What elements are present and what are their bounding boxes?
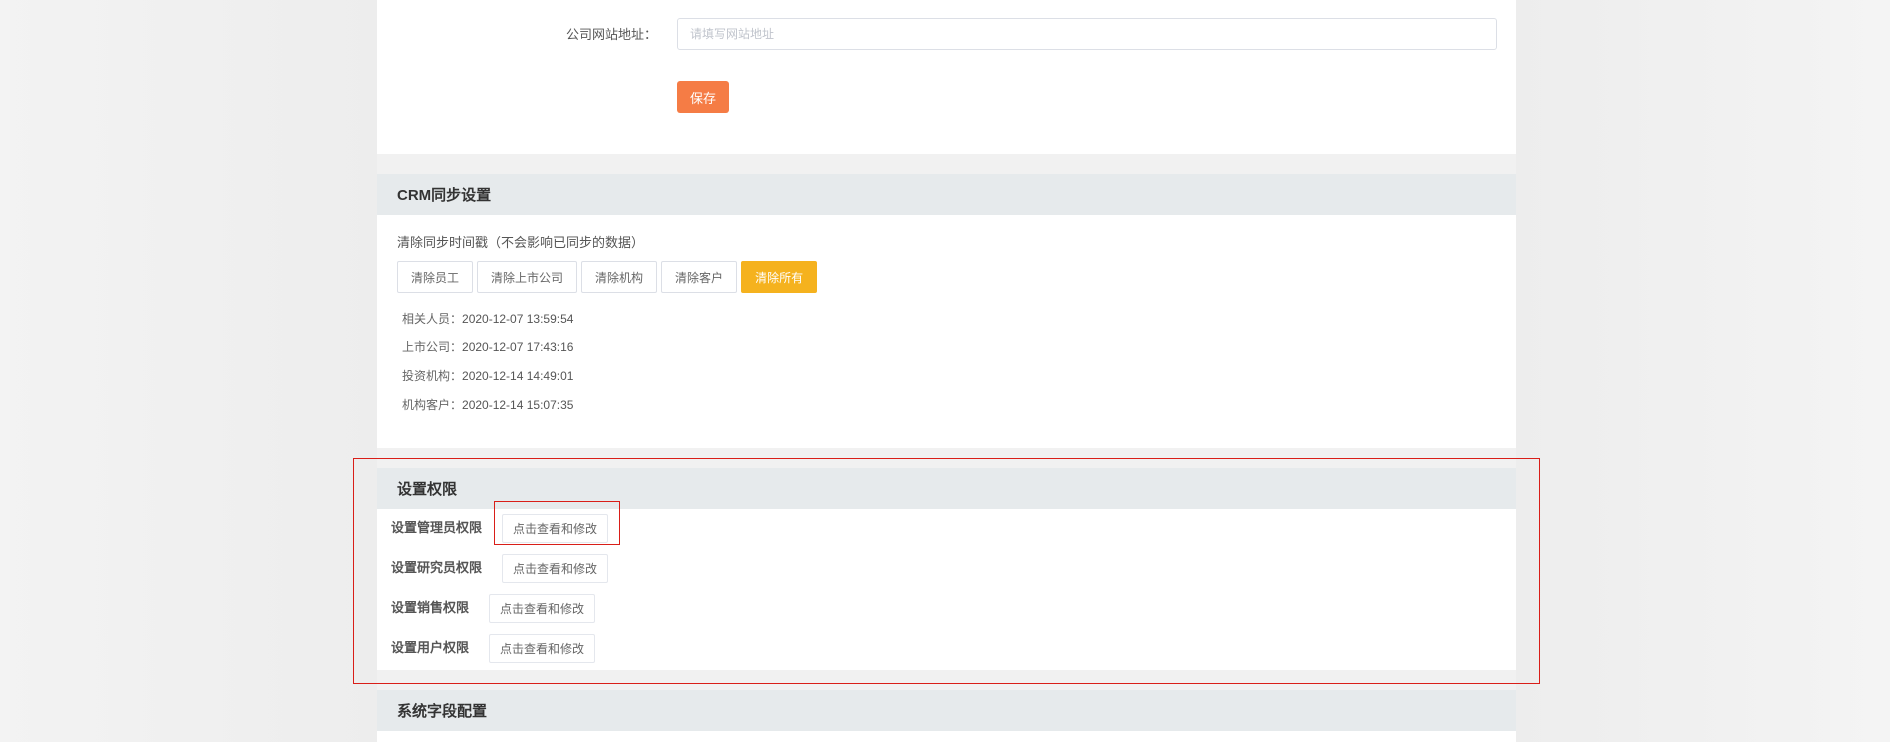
clear-listed-companies-button[interactable]: 清除上市公司 [477,261,578,293]
timestamp-label: 相关人员： [402,312,463,326]
crm-sync-card: CRM同步设置 清除同步时间戳（不会影响已同步的数据） 清除员工 清除上市公司 … [377,174,1516,448]
timestamp-institutions: 投资机构：2020-12-14 14:49:01 [402,367,573,384]
permissions-title: 设置权限 [377,468,1516,509]
crm-clear-buttons: 清除员工 清除上市公司 清除机构 清除客户 清除所有 [397,261,818,293]
crm-sync-subtitle: 清除同步时间戳（不会影响已同步的数据） [397,235,645,250]
timestamp-value: 2020-12-14 15:07:35 [462,398,574,412]
clear-institutions-button[interactable]: 清除机构 [581,261,658,293]
timestamp-value: 2020-12-14 14:49:01 [462,369,574,383]
permission-label-researcher: 设置研究员权限 [391,560,483,575]
permissions-card: 设置权限 设置管理员权限 点击查看和修改 设置研究员权限 点击查看和修改 设置销… [377,468,1516,670]
permission-label-sales: 设置销售权限 [391,600,470,615]
save-button[interactable]: 保存 [677,81,729,113]
timestamp-people: 相关人员：2020-12-07 13:59:54 [402,310,573,327]
timestamp-customers: 机构客户：2020-12-14 15:07:35 [402,396,573,413]
clear-all-button[interactable]: 清除所有 [741,261,818,293]
sales-permission-button[interactable]: 点击查看和修改 [489,594,596,623]
website-label: 公司网站地址： [566,27,658,42]
user-permission-button[interactable]: 点击查看和修改 [489,634,596,663]
permission-label-user: 设置用户权限 [391,640,470,655]
background-left [0,0,377,742]
permission-label-admin: 设置管理员权限 [391,520,483,535]
background-right [1516,0,1890,742]
researcher-permission-button[interactable]: 点击查看和修改 [502,554,609,583]
system-fields-card: 系统字段配置 [377,690,1516,742]
timestamp-listed-companies: 上市公司：2020-12-07 17:43:16 [402,338,573,355]
clear-customers-button[interactable]: 清除客户 [661,261,738,293]
timestamp-value: 2020-12-07 17:43:16 [462,340,574,354]
timestamp-label: 机构客户： [402,398,463,412]
website-input[interactable] [677,18,1497,50]
system-fields-title: 系统字段配置 [377,690,1516,731]
timestamp-value: 2020-12-07 13:59:54 [462,312,574,326]
company-settings-card: 公司网站地址： 保存 [377,0,1516,154]
timestamp-label: 投资机构： [402,369,463,383]
timestamp-label: 上市公司： [402,340,463,354]
admin-permission-button[interactable]: 点击查看和修改 [502,514,609,543]
clear-employees-button[interactable]: 清除员工 [397,261,474,293]
crm-sync-title: CRM同步设置 [377,174,1516,215]
